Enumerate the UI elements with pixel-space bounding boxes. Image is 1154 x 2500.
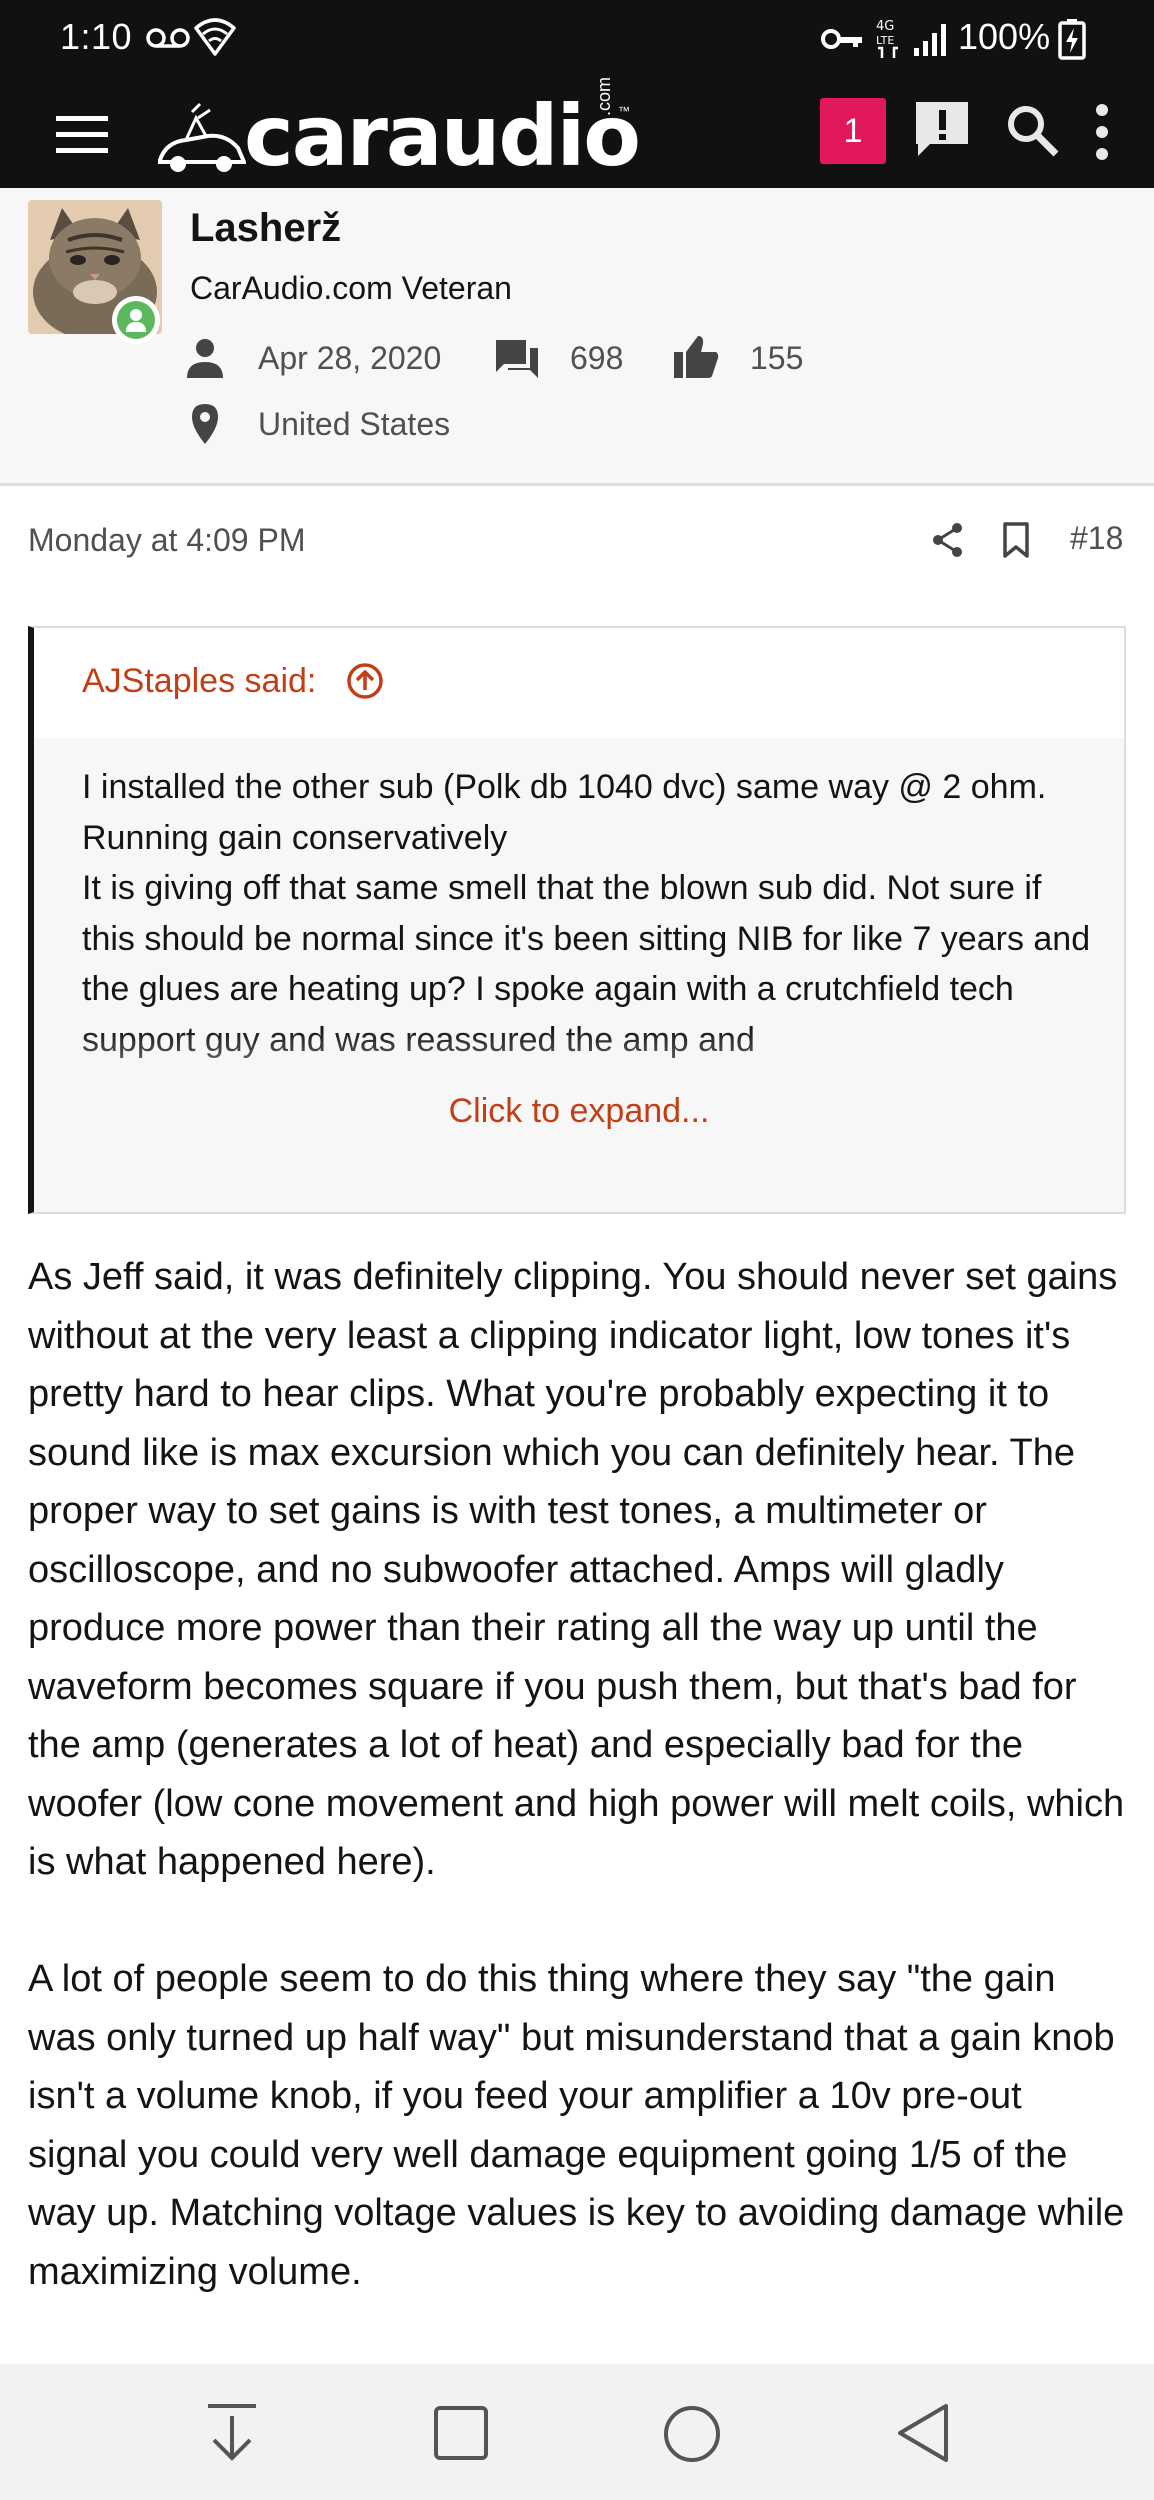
logo-suffix: .com: [594, 76, 614, 116]
author-title: CarAudio.com Veteran: [190, 270, 512, 306]
quote-block: AJStaples said: I installed the other su…: [28, 626, 1126, 1214]
quote-line: Running gain conservatively: [82, 818, 508, 857]
message-count: 698: [570, 340, 624, 376]
battery-charging-icon: [1058, 19, 1086, 60]
more-vert-icon[interactable]: [1090, 102, 1114, 162]
arrow-up-circle-icon[interactable]: [346, 662, 384, 700]
author-location: United States: [258, 406, 451, 442]
home-icon[interactable]: [662, 2404, 722, 2464]
site-logo[interactable]: caraudio .com ™: [156, 77, 641, 185]
quote-content: I installed the other sub (Polk db 1040 …: [82, 762, 1102, 1065]
expand-quote-link[interactable]: Click to expand...: [34, 1092, 1124, 1131]
logo-text: caraudio: [244, 87, 641, 185]
online-status-badge: [112, 296, 160, 344]
app-header: caraudio .com ™ 1: [0, 77, 1154, 188]
post-number[interactable]: #18: [1070, 520, 1123, 557]
wifi-icon: [194, 18, 236, 56]
quote-author[interactable]: AJStaples said:: [82, 662, 316, 701]
messages-icon: [496, 340, 538, 378]
post-date[interactable]: Monday at 4:09 PM: [28, 522, 305, 559]
post-paragraph: As Jeff said, it was definitely clipping…: [28, 1256, 1125, 1883]
vpn-key-icon: [821, 29, 862, 49]
back-icon[interactable]: [894, 2402, 950, 2464]
battery-percent: 100%: [958, 16, 1051, 57]
post-body: As Jeff said, it was definitely clipping…: [28, 1248, 1130, 2360]
location-pin-icon: [192, 404, 218, 444]
menu-icon[interactable]: [50, 108, 118, 162]
share-icon[interactable]: [932, 522, 964, 558]
user-icon: [187, 339, 223, 378]
thumbs-up-icon: [674, 336, 719, 378]
quote-expander: Click to expand...: [34, 1068, 1124, 1212]
quote-line: I installed the other sub (Polk db 1040 …: [82, 768, 1047, 806]
logo-trademark: ™: [618, 104, 630, 118]
post-paragraph: A lot of people seem to do this thing wh…: [28, 1958, 1125, 2293]
svg-text:LTE: LTE: [876, 34, 894, 47]
bookmark-icon[interactable]: [1002, 522, 1030, 558]
voicemail-icon: [146, 28, 190, 48]
svg-text:4G: 4G: [876, 19, 894, 34]
quote-body: I installed the other sub (Polk db 1040 …: [34, 738, 1124, 1212]
search-icon[interactable]: [1004, 102, 1060, 158]
user-online-icon: [126, 309, 146, 332]
car-logo-icon: [158, 102, 246, 172]
system-nav-bar: [0, 2364, 1154, 2500]
author-name[interactable]: Lasherž: [190, 206, 341, 251]
reaction-count: 155: [750, 340, 804, 376]
status-time: 1:10: [60, 16, 133, 57]
recents-icon[interactable]: [432, 2404, 490, 2462]
signal-icon: [914, 24, 946, 56]
alert-icon[interactable]: [912, 98, 972, 162]
joined-date: Apr 28, 2020: [258, 340, 442, 376]
notification-button[interactable]: 1: [820, 98, 886, 164]
scroll-down-icon[interactable]: [204, 2402, 260, 2464]
lte-data-icon: 4G LTE: [876, 19, 898, 58]
notification-count: 1: [843, 111, 863, 150]
author-block: Lasherž CarAudio.com Veteran Apr 28, 202…: [0, 188, 1154, 486]
status-bar: 1:10 4G LTE 100%: [0, 0, 1154, 80]
quote-header: AJStaples said:: [34, 628, 1124, 738]
